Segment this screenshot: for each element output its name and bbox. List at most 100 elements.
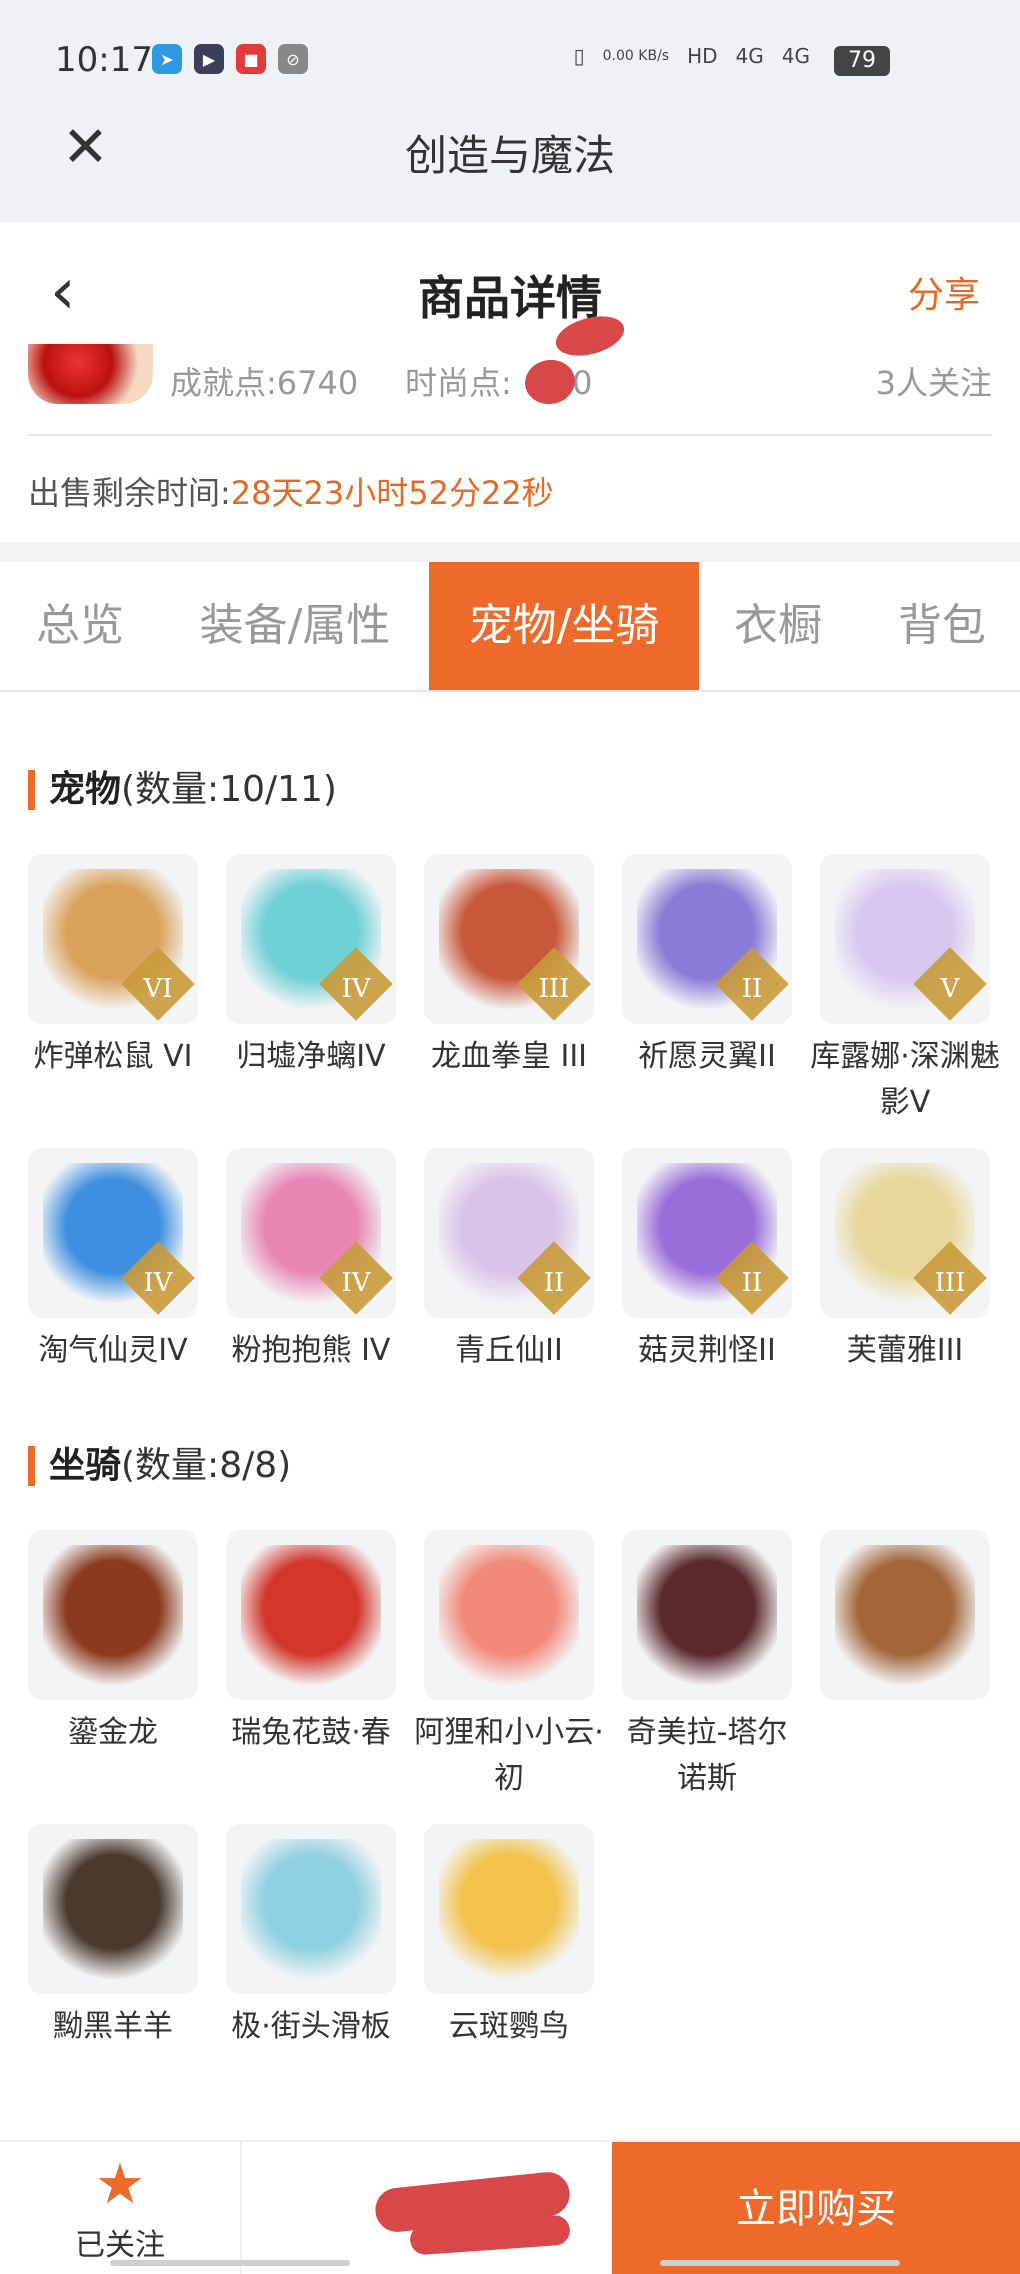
bottom-action-bar: ★ 已关注 立即购买 — [0, 2140, 1020, 2274]
pet-card[interactable]: IV 粉抱抱熊 IV — [226, 1148, 396, 1374]
mount-name: 奇美拉-塔尔诺斯 — [626, 1715, 788, 1796]
tab-overview[interactable]: 总览 — [0, 562, 160, 690]
pet-image: II — [622, 1148, 792, 1318]
pet-card[interactable]: III 龙血拳皇 III — [424, 854, 594, 1080]
nav-indicator — [660, 2260, 900, 2266]
pet-image: VI — [28, 854, 198, 1024]
pet-image: IV — [226, 854, 396, 1024]
item-art — [637, 1545, 777, 1685]
status-bar: 10:17 ➤ ▶ ■ ⊘ ▯ 0.00 KB/s HD 4G 4G 79 — [0, 0, 1020, 120]
pet-name: 芙蕾雅III — [846, 1333, 964, 1368]
follower-count: 3人关注 — [875, 364, 992, 402]
tab-bag[interactable]: 背包 — [872, 562, 1012, 690]
mount-image — [28, 1530, 198, 1700]
mount-card[interactable]: 阿狸和小小云·初 — [414, 1530, 604, 1802]
mount-image — [226, 1824, 396, 1994]
mount-card[interactable]: 奇美拉-塔尔诺斯 — [622, 1530, 792, 1802]
item-art — [241, 1839, 381, 1979]
app-top-area: 10:17 ➤ ▶ ■ ⊘ ▯ 0.00 KB/s HD 4G 4G 79 ✕ … — [0, 0, 1020, 222]
pet-image: III — [820, 1148, 990, 1318]
tier-badge-text: IV — [143, 1268, 173, 1298]
mount-image — [226, 1530, 396, 1700]
tab-pets-mounts[interactable]: 宠物/坐骑 — [429, 562, 699, 690]
pet-card[interactable]: IV 归墟净螭IV — [226, 854, 396, 1080]
mount-card[interactable]: 黝黑羊羊 — [28, 1824, 198, 2050]
network-indicators: ▯ 0.00 KB/s HD 4G 4G — [574, 44, 810, 68]
page-title: 商品详情 — [418, 271, 602, 325]
video-app-icon: ▶ — [194, 44, 224, 74]
notification-icons: ➤ ▶ ■ ⊘ — [152, 44, 308, 74]
mounts-title: 坐骑 — [49, 1445, 122, 1486]
page-header: ‹ 商品详情 分享 — [0, 222, 1020, 352]
signal-4g-2: 4G — [781, 44, 810, 68]
avatar — [28, 344, 153, 404]
pet-name: 菇灵荆怪II — [638, 1333, 776, 1368]
item-art — [241, 1545, 381, 1685]
pets-count: (数量:10/11) — [121, 769, 337, 810]
mount-name: 瑞兔花鼓·春 — [231, 1715, 391, 1750]
pet-card[interactable]: II 菇灵荆怪II — [622, 1148, 792, 1374]
divider — [28, 434, 992, 436]
mounts-section-title: 坐骑(数量:8/8) — [28, 1446, 291, 1486]
achievement-points: 成就点:6740 — [170, 364, 359, 402]
pet-name: 炸弹松鼠 VI — [33, 1039, 193, 1074]
seller-info-row: 成就点:6740 时尚点:40 3人关注 — [0, 344, 1020, 428]
tab-bar: 总览 装备/属性 宠物/坐骑 衣橱 背包 — [0, 562, 1020, 692]
pet-card[interactable]: V 库露娜·深渊魅影V — [810, 854, 1000, 1126]
pet-card[interactable]: II 青丘仙II — [424, 1148, 594, 1374]
pet-image: II — [424, 1148, 594, 1318]
tier-badge-text: II — [741, 974, 763, 1004]
tier-badge-text: III — [934, 1268, 966, 1298]
pet-card[interactable]: II 祈愿灵翼II — [622, 854, 792, 1080]
status-time: 10:17 — [55, 40, 153, 80]
buy-now-button[interactable]: 立即购买 — [612, 2142, 1020, 2274]
mount-card[interactable]: 云斑鹦鸟 — [424, 1824, 594, 2050]
follow-button[interactable]: ★ 已关注 — [0, 2142, 242, 2274]
mount-card[interactable]: 瑞兔花鼓·春 — [226, 1530, 396, 1756]
mount-card[interactable]: 极·街头滑板 — [226, 1824, 396, 2050]
pet-card[interactable]: IV 淘气仙灵IV — [28, 1148, 198, 1374]
tab-wardrobe[interactable]: 衣橱 — [716, 562, 840, 690]
item-art — [835, 1545, 975, 1685]
item-art — [43, 1545, 183, 1685]
tier-badge-text: IV — [341, 974, 371, 1004]
mount-image — [424, 1824, 594, 1994]
pet-name: 淘气仙灵IV — [38, 1333, 188, 1368]
mount-card[interactable]: 鎏金龙 — [28, 1530, 198, 1756]
star-icon: ★ — [94, 2152, 146, 2217]
tier-badge-text: IV — [341, 1268, 371, 1298]
battery-indicator: 79 — [834, 46, 890, 76]
tab-equipment[interactable]: 装备/属性 — [178, 562, 412, 690]
pet-name: 青丘仙II — [455, 1333, 563, 1368]
link-app-icon: ⊘ — [278, 44, 308, 74]
pets-title: 宠物 — [49, 769, 122, 810]
pet-name: 龙血拳皇 III — [430, 1039, 588, 1074]
mount-name: 极·街头滑板 — [231, 2009, 391, 2044]
pet-card[interactable]: VI 炸弹松鼠 VI — [28, 854, 198, 1080]
pet-name: 粉抱抱熊 IV — [231, 1333, 391, 1368]
mount-name: 鎏金龙 — [68, 1715, 158, 1750]
net-speed: 0.00 KB/s — [602, 48, 670, 64]
mount-card[interactable] — [820, 1530, 990, 1710]
vibrate-icon: ▯ — [573, 44, 585, 68]
item-art — [439, 1545, 579, 1685]
item-art — [439, 1839, 579, 1979]
item-art — [43, 1839, 183, 1979]
pet-name: 库露娜·深渊魅影V — [810, 1039, 1000, 1120]
remain-label: 出售剩余时间: — [28, 474, 231, 512]
remain-value: 28天23小时52分22秒 — [230, 474, 554, 512]
tier-badge-text: II — [741, 1268, 763, 1298]
pet-name: 祈愿灵翼II — [638, 1039, 776, 1074]
pet-card[interactable]: III 芙蕾雅III — [820, 1148, 990, 1374]
section-gap — [0, 542, 1020, 562]
tier-badge-text: III — [538, 974, 570, 1004]
pets-section-title: 宠物(数量:10/11) — [28, 770, 337, 810]
share-button[interactable]: 分享 — [908, 266, 980, 318]
mount-name: 黝黑羊羊 — [53, 2009, 173, 2044]
tier-badge-text: VI — [143, 974, 173, 1004]
tier-badge-text: II — [543, 1268, 565, 1298]
mount-image — [820, 1530, 990, 1700]
pet-image: V — [820, 854, 990, 1024]
fashion-points-label: 时尚点: — [405, 364, 512, 402]
tier-badge-text: V — [940, 974, 960, 1004]
